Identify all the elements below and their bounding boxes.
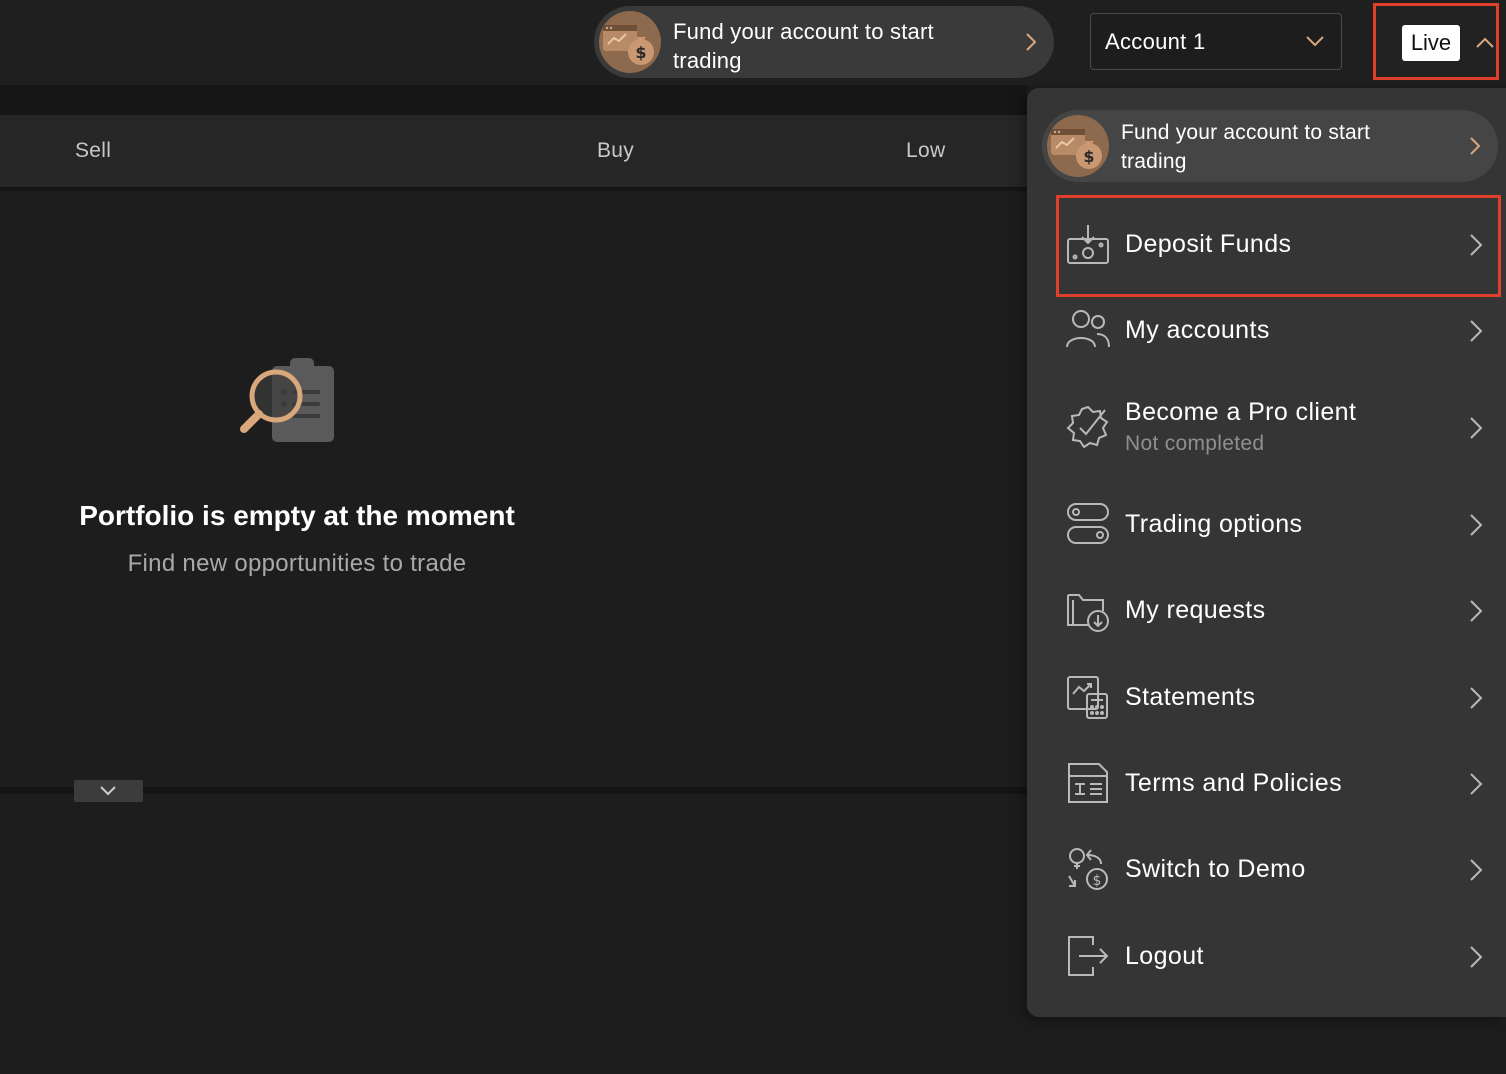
menu-item-my-accounts[interactable]: My accounts [1057,291,1487,367]
fund-account-banner[interactable]: $ Fund your account to start trading [594,6,1054,78]
menu-item-terms-and-policies[interactable]: Terms and Policies [1057,744,1487,820]
chevron-right-icon [1470,687,1483,709]
chevron-up-icon [1476,37,1494,48]
document-text-icon [1068,763,1108,803]
column-header-sell[interactable]: Sell [75,139,111,163]
menu-item-trading-options[interactable]: Trading options [1057,485,1487,561]
menu-item-label: Deposit Funds [1125,230,1292,258]
menu-item-label: Switch to Demo [1125,855,1306,883]
menu-item-label: Trading options [1125,510,1303,538]
logout-icon [1068,936,1109,976]
menu-item-become-pro-client[interactable]: Become a Pro client Not completed [1057,388,1487,464]
panel-divider [0,787,1027,794]
pro-client-status: Not completed [1125,432,1265,455]
account-dropdown-menu: $ Fund your account to start trading Dep… [1027,88,1506,1017]
account-select[interactable]: Account 1 [1090,13,1342,70]
toolbar-strip [0,85,1027,115]
mode-menu-toggle[interactable]: Live [1373,3,1499,80]
live-badge: Live [1402,25,1460,61]
collapse-panel-button[interactable] [74,780,143,802]
chevron-right-icon [1470,859,1483,881]
chevron-right-icon [1470,320,1483,342]
svg-text:$: $ [635,43,646,62]
menu-item-switch-to-demo[interactable]: $ Switch to Demo [1057,830,1487,906]
portfolio-table-header: Sell Buy Low [0,115,1027,187]
menu-item-my-requests[interactable]: My requests [1057,571,1487,647]
chevron-right-icon [1470,137,1481,155]
header-divider [0,187,1027,191]
statement-icon [1067,676,1108,719]
menu-item-label: Become a Pro client [1125,398,1357,426]
svg-text:$: $ [1093,873,1102,889]
column-header-low[interactable]: Low [906,139,945,163]
menu-fund-account-banner[interactable]: $ Fund your account to start trading [1042,110,1498,182]
chevron-right-icon [1470,600,1483,622]
deposit-icon [1067,225,1109,264]
money-bag-icon: $ [1047,115,1109,177]
svg-text:$: $ [1083,147,1094,166]
folder-download-icon [1067,594,1109,632]
switch-demo-icon: $ [1068,848,1108,890]
menu-item-deposit-funds[interactable]: Deposit Funds [1057,205,1487,281]
chevron-right-icon [1026,33,1037,51]
top-bar: $ Fund your account to start trading Acc… [0,0,1506,85]
search-document-icon [240,358,334,442]
chevron-right-icon [1470,773,1483,795]
toggles-icon [1067,503,1109,544]
chevron-right-icon [1470,946,1483,968]
menu-item-label: Statements [1125,683,1256,711]
money-bag-icon: $ [599,11,661,73]
empty-state-subtitle: Find new opportunities to trade [127,550,467,577]
badge-check-icon [1066,405,1109,449]
empty-state-title: Portfolio is empty at the moment [79,500,515,531]
menu-item-label: Terms and Policies [1125,769,1343,797]
menu-item-label: My requests [1125,596,1266,624]
column-header-buy[interactable]: Buy [597,139,634,163]
account-select-value: Account 1 [1105,29,1206,54]
chevron-right-icon [1470,514,1483,536]
chevron-down-icon [1306,36,1324,47]
menu-item-statements[interactable]: Statements [1057,658,1487,734]
menu-item-label: Logout [1125,942,1204,970]
chevron-right-icon [1470,234,1483,256]
chevron-right-icon [1470,417,1483,439]
users-icon [1066,310,1110,348]
menu-item-label: My accounts [1125,316,1270,344]
menu-fund-banner-text: Fund your account to start trading [1121,121,1371,173]
menu-item-logout[interactable]: Logout [1057,917,1487,993]
fund-banner-text: Fund your account to start trading [673,19,934,73]
chevron-down-icon [100,786,116,796]
